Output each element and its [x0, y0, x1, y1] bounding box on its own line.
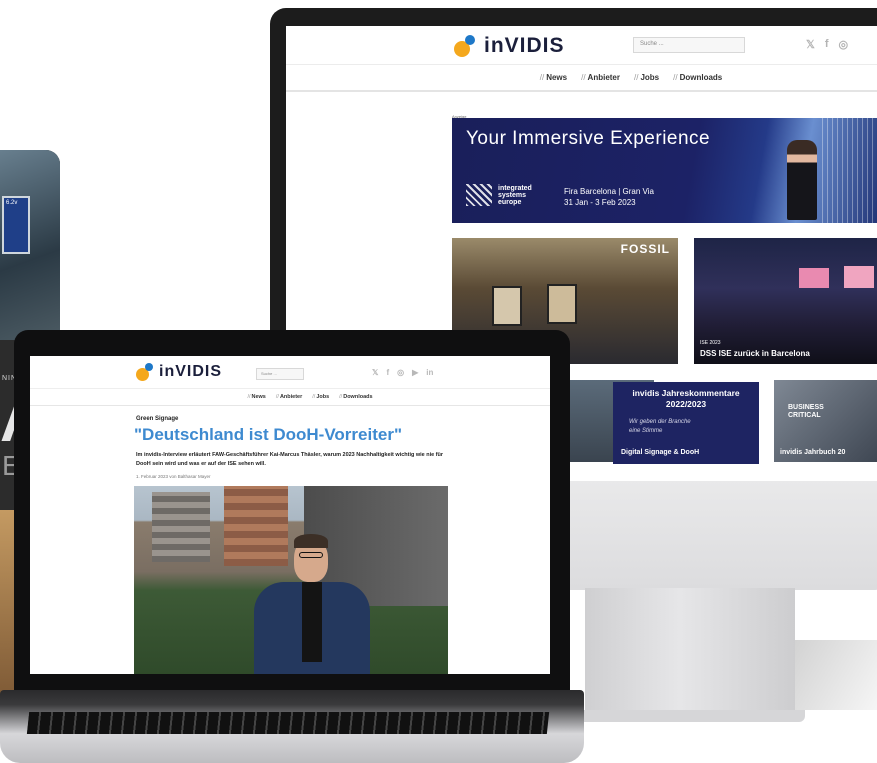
card-caption: invidis Jahrbuch 20: [780, 449, 846, 456]
news-card-jahrbuch[interactable]: BUSINESS CRITICAL invidis Jahrbuch 20: [774, 380, 877, 462]
card-handwriting: Wir geben der Branche eine Stimme: [629, 419, 691, 434]
desktop-nav: //News //Anbieter //Jobs //Downloads: [286, 64, 877, 92]
card-caption: Digital Signage & DooH: [621, 449, 700, 456]
banner-light-strips: [822, 118, 877, 223]
photo-person-shirt: [302, 582, 322, 662]
youtube-icon[interactable]: ▶: [412, 368, 418, 377]
laptop-search-input[interactable]: Suche ...: [256, 368, 304, 380]
ise-wordmark: integrated systems europe: [498, 184, 532, 206]
nav-jobs[interactable]: //Jobs: [312, 394, 329, 400]
tablet-mini-screen: 6.2v: [2, 196, 30, 254]
ise-ad-banner[interactable]: Your Immersive Experience integrated sys…: [452, 118, 877, 223]
laptop-keyboard: [26, 712, 550, 734]
photo-person-hair: [294, 534, 328, 548]
nav-news[interactable]: //News: [540, 73, 567, 82]
photo-building: [152, 492, 210, 562]
desktop-logo-text: inVIDIS: [484, 34, 565, 57]
article-title: "Deutschland ist DooH-Vorreiter": [134, 425, 403, 444]
nav-news[interactable]: //News: [247, 394, 265, 400]
news-card-jahreskommentare[interactable]: invidis Jahreskommentare 2022/2023 Wir g…: [613, 382, 759, 464]
article-lead: Im invidis-Interview erläutert FAW-Gesch…: [136, 452, 444, 467]
stage-screen: [844, 266, 874, 288]
instagram-icon[interactable]: ◎: [839, 38, 849, 51]
nav-downloads[interactable]: //Downloads: [339, 394, 372, 400]
invidis-logo-icon: [454, 35, 480, 57]
linkedin-icon[interactable]: in: [426, 368, 433, 377]
laptop-nav: //News //Anbieter //Jobs //Downloads: [30, 388, 550, 406]
photo-building: [224, 486, 288, 566]
desktop-search-input[interactable]: Suche ...: [633, 37, 745, 53]
article-meta: 1. Februar 2023 von Balthasar Mayer: [136, 474, 211, 479]
card-tag: ISE 2023: [700, 340, 721, 346]
twitter-icon[interactable]: 𝕏: [806, 38, 815, 51]
desktop-logo[interactable]: inVIDIS: [454, 34, 565, 58]
stage-screen: [799, 268, 829, 288]
card-board-text: BUSINESS CRITICAL: [788, 404, 824, 419]
laptop-logo-text: inVIDIS: [159, 363, 223, 380]
banner-venue: Fira Barcelona | Gran Via 31 Jan - 3 Feb…: [564, 187, 654, 207]
fossil-sign: FOSSIL: [620, 242, 670, 256]
laptop-logo[interactable]: inVIDIS: [136, 363, 222, 381]
ise-logo: integrated systems europe: [466, 184, 532, 206]
store-window: [547, 284, 577, 324]
nav-jobs[interactable]: //Jobs: [634, 73, 659, 82]
instagram-icon[interactable]: ◎: [397, 368, 404, 377]
laptop-screen: inVIDIS Suche ... 𝕏 f ◎ ▶ in //News //An…: [30, 356, 550, 674]
nav-downloads[interactable]: //Downloads: [673, 73, 722, 82]
banner-title: Your Immersive Experience: [466, 128, 711, 149]
ise-dots-icon: [466, 184, 492, 206]
article-category[interactable]: Green Signage: [136, 416, 178, 422]
tablet-mini-screen-text: 6.2v: [6, 200, 18, 206]
facebook-icon[interactable]: f: [386, 368, 389, 377]
twitter-icon[interactable]: 𝕏: [372, 368, 378, 377]
nav-anbieter[interactable]: //Anbieter: [276, 394, 302, 400]
monitor-foot: [575, 710, 805, 722]
news-card-dss-ise[interactable]: ISE 2023 DSS ISE zurück in Barcelona: [694, 238, 877, 364]
desktop-header: inVIDIS Suche ... 𝕏 f ◎: [286, 26, 877, 64]
mockup-scene: 6.2v NINNE A E 4 inVIDIS Suche ... 𝕏 f ◎…: [0, 0, 877, 763]
banner-person: [787, 140, 817, 220]
card-caption: DSS ISE zurück in Barcelona: [700, 349, 810, 358]
monitor-stand: [585, 588, 795, 718]
stand-shadow: [790, 640, 877, 710]
laptop-social-links: 𝕏 f ◎ ▶ in: [372, 368, 433, 377]
nav-anbieter[interactable]: //Anbieter: [581, 73, 620, 82]
desktop-social-links: 𝕏 f ◎: [806, 38, 848, 51]
photo-person-glasses: [299, 552, 323, 558]
facebook-icon[interactable]: f: [825, 38, 829, 51]
store-window: [492, 286, 522, 326]
article-photo: [134, 486, 448, 674]
invidis-logo-icon: [136, 363, 156, 381]
card-title: invidis Jahreskommentare 2022/2023: [632, 388, 740, 409]
